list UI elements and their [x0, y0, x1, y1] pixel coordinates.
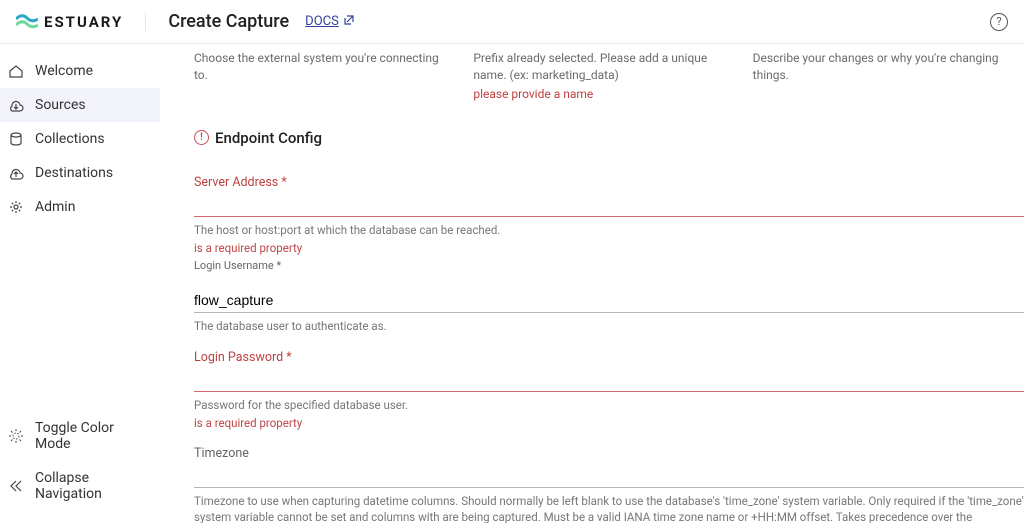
sidebar-item-label: Welcome	[35, 63, 93, 79]
logo-icon	[16, 13, 38, 31]
login-username-input[interactable]	[194, 288, 1024, 313]
chevron-left-double-icon	[8, 478, 24, 494]
sidebar-item-destinations[interactable]: Destinations	[0, 156, 160, 190]
login-username-help: The database user to authenticate as.	[194, 318, 1024, 334]
details-help: Describe your changes or why you're chan…	[753, 50, 1014, 84]
login-password-label: Login Password	[194, 350, 1024, 365]
sun-icon	[8, 428, 24, 444]
login-password-help: Password for the specified database user…	[194, 397, 1024, 413]
server-address-input[interactable]	[194, 192, 1024, 217]
endpoint-config-heading: ! Endpoint Config	[194, 129, 1024, 147]
server-address-help: The host or host:port at which the datab…	[194, 222, 1024, 238]
login-password-error: is a required property	[194, 416, 1024, 430]
sidebar-item-sources[interactable]: Sources	[0, 88, 160, 122]
timezone-input[interactable]	[194, 463, 1024, 488]
warning-icon: !	[194, 130, 209, 145]
sidebar-item-label: Admin	[35, 199, 75, 215]
main-content: Choose the external system you're connec…	[160, 44, 1024, 523]
brand-text: ESTUARY	[44, 13, 123, 31]
login-password-input[interactable]	[194, 367, 1024, 392]
name-help: Prefix already selected. Please add a un…	[473, 50, 734, 84]
sidebar-item-welcome[interactable]: Welcome	[0, 54, 160, 88]
sidebar-item-label: Destinations	[35, 165, 113, 181]
name-column: Prefix already selected. Please add a un…	[473, 50, 734, 101]
external-link-icon	[343, 14, 355, 30]
page-title: Create Capture	[168, 11, 289, 32]
sidebar-item-collections[interactable]: Collections	[0, 122, 160, 156]
sidebar-item-label: Sources	[35, 97, 86, 113]
sidebar-item-label: Collections	[35, 131, 105, 147]
timezone-field: Timezone Timezone to use when capturing …	[194, 446, 1024, 523]
sidebar: Welcome Sources Collections Destinations…	[0, 44, 160, 523]
timezone-help: Timezone to use when capturing datetime …	[194, 493, 1024, 523]
login-username-mini-label: Login Username *	[194, 259, 1024, 272]
toggle-color-mode[interactable]: Toggle Color Mode	[0, 411, 160, 461]
sidebar-item-label: Collapse Navigation	[35, 470, 148, 502]
login-password-field: Login Password Password for the specifie…	[194, 350, 1024, 430]
topbar: ESTUARY Create Capture DOCS ?	[0, 0, 1024, 44]
login-username-field: The database user to authenticate as.	[194, 288, 1024, 334]
connector-help: Choose the external system you're connec…	[194, 50, 455, 84]
timezone-label: Timezone	[194, 446, 1024, 461]
server-address-label: Server Address	[194, 175, 1024, 190]
docs-link-label: DOCS	[305, 14, 339, 29]
sidebar-item-admin[interactable]: Admin	[0, 190, 160, 224]
cloud-upload-icon	[8, 165, 24, 181]
server-address-error: is a required property	[194, 241, 1024, 255]
help-icon[interactable]: ?	[990, 13, 1008, 31]
details-column: Describe your changes or why you're chan…	[753, 50, 1014, 101]
name-error: please provide a name	[473, 87, 734, 101]
docs-link[interactable]: DOCS	[305, 14, 355, 30]
database-icon	[8, 131, 24, 147]
home-icon	[8, 63, 24, 79]
cloud-download-icon	[8, 97, 24, 113]
sidebar-item-label: Toggle Color Mode	[35, 420, 148, 452]
gear-icon	[8, 199, 24, 215]
section-title: Endpoint Config	[215, 129, 322, 147]
server-address-field: Server Address The host or host:port at …	[194, 175, 1024, 272]
connector-column: Choose the external system you're connec…	[194, 50, 455, 101]
brand-logo[interactable]: ESTUARY	[16, 13, 146, 31]
collapse-navigation[interactable]: Collapse Navigation	[0, 461, 160, 511]
